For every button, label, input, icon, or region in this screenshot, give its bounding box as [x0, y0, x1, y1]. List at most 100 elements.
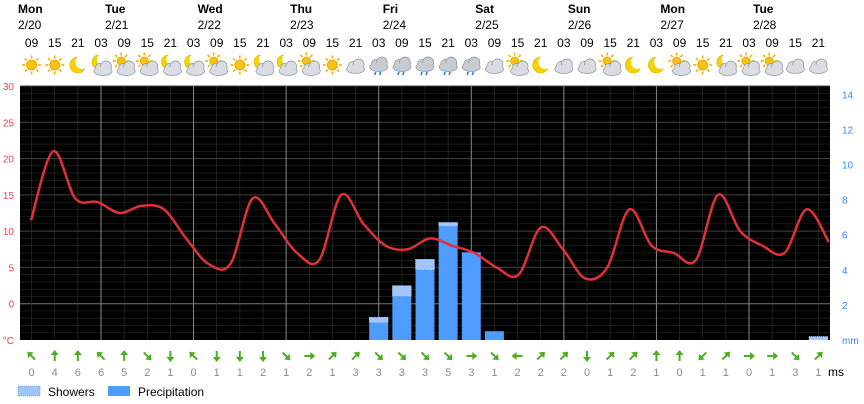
wind-speed: 1: [283, 367, 289, 379]
day-name: Tue: [105, 2, 126, 16]
cloud-icon: [485, 58, 504, 74]
wind-speed: 0: [584, 367, 590, 379]
sun-cloud-icon: [297, 52, 321, 76]
rain-cloud-icon: [392, 56, 412, 76]
wind-speed: 1: [815, 367, 821, 379]
hour-label: 09: [488, 36, 502, 50]
wind-arrow: [675, 350, 684, 361]
day-name: Tue: [753, 2, 774, 16]
hour-label: 15: [48, 36, 62, 50]
wind-arrow: [466, 352, 478, 360]
hour-label: 15: [789, 36, 803, 50]
moon-icon: [69, 55, 90, 74]
wind-arrow: [304, 352, 316, 360]
y-right-tick: 8: [842, 196, 848, 207]
y-left-tick: 0: [8, 300, 14, 311]
wind-speed: 2: [260, 367, 266, 379]
wind-speed: 1: [607, 367, 613, 379]
y-right-tick: 6: [842, 231, 848, 242]
wind-arrow: [281, 351, 291, 361]
wind-arrow: [490, 351, 499, 361]
wind-speed: 1: [167, 367, 173, 379]
sun-cloud-icon: [737, 52, 761, 76]
day-date: 2/20: [18, 18, 42, 32]
wind-speed: 5: [121, 367, 127, 379]
sun-icon: [22, 55, 42, 75]
day-name: Mon: [18, 2, 43, 16]
hour-label: 21: [627, 36, 641, 50]
showers-bar: [808, 336, 829, 341]
wind-arrow: [559, 351, 569, 361]
day-date: 2/22: [198, 18, 222, 32]
sun-icon: [230, 55, 250, 75]
wind-arrow: [814, 351, 823, 361]
chart-canvas: 302520151050°C1412108642mmMon2/20Tue2/21…: [3, 2, 859, 399]
hour-label: 03: [372, 36, 386, 50]
cloud-icon: [346, 58, 365, 74]
hour-label: 15: [141, 36, 155, 50]
wind-speed: 1: [653, 367, 659, 379]
moon-cloud-icon: [91, 53, 113, 76]
wind-speed: 1: [723, 367, 729, 379]
showers-bar: [368, 316, 389, 323]
day-name: Wed: [198, 2, 223, 16]
wind-arrow: [420, 351, 430, 361]
day-date: 2/28: [753, 18, 777, 32]
wind-arrow: [652, 350, 661, 361]
day-name: Thu: [290, 2, 312, 16]
day-date: 2/24: [383, 18, 407, 32]
wind-arrow: [744, 352, 755, 360]
hour-label: 21: [719, 36, 733, 50]
wind-arrow: [27, 351, 36, 361]
day-name: Sat: [475, 2, 494, 16]
moon-cloud-icon: [161, 53, 182, 76]
wind-arrow: [605, 351, 615, 361]
y-left-tick: 5: [8, 263, 14, 274]
wind-arrow: [212, 351, 221, 362]
rain-cloud-icon: [415, 56, 435, 76]
wind-speed: 3: [399, 367, 405, 379]
hour-label: 09: [580, 36, 594, 50]
legend-showers-label: Showers: [48, 385, 95, 399]
hour-label: 09: [303, 36, 317, 50]
hour-label: 21: [534, 36, 548, 50]
day-date: 2/26: [568, 18, 592, 32]
wind-speed: 3: [422, 367, 428, 379]
moon-icon: [624, 55, 645, 74]
hour-label: 21: [812, 36, 826, 50]
hour-label: 09: [395, 36, 409, 50]
wind-arrow: [166, 351, 175, 362]
y-right-tick: 14: [842, 90, 854, 101]
hour-label: 15: [603, 36, 617, 50]
hour-label: 09: [25, 36, 39, 50]
hour-label: 15: [696, 36, 710, 50]
hour-label: 21: [256, 36, 270, 50]
wind-arrow: [583, 351, 591, 362]
hour-label: 21: [71, 36, 85, 50]
y-left-tick: 10: [3, 227, 15, 238]
hour-label: 09: [210, 36, 224, 50]
y-right-tick: 10: [842, 160, 854, 171]
wind-arrow: [351, 351, 360, 361]
day-date: 2/25: [475, 18, 499, 32]
wind-speed: 6: [98, 367, 104, 379]
wind-arrow: [721, 351, 731, 361]
precipitation-bar: [415, 269, 435, 340]
cloud-icon: [577, 58, 597, 74]
hour-label: 03: [650, 36, 664, 50]
hour-label: 21: [164, 36, 178, 50]
wind-speed: 1: [491, 367, 497, 379]
wind-speed: 1: [769, 367, 775, 379]
moon-cloud-icon: [716, 53, 738, 76]
moon-cloud-icon: [253, 53, 275, 76]
wind-speed: 0: [746, 367, 752, 379]
hour-label: 03: [94, 36, 108, 50]
hour-label: 03: [279, 36, 293, 50]
wind-speed: 2: [538, 367, 544, 379]
sun-cloud-icon: [205, 52, 229, 76]
day-date: 2/23: [290, 18, 314, 32]
wind-arrow: [120, 350, 129, 361]
wind-arrow: [791, 351, 800, 361]
sun-cloud-icon: [760, 52, 784, 76]
wind-speed: 0: [29, 367, 35, 379]
